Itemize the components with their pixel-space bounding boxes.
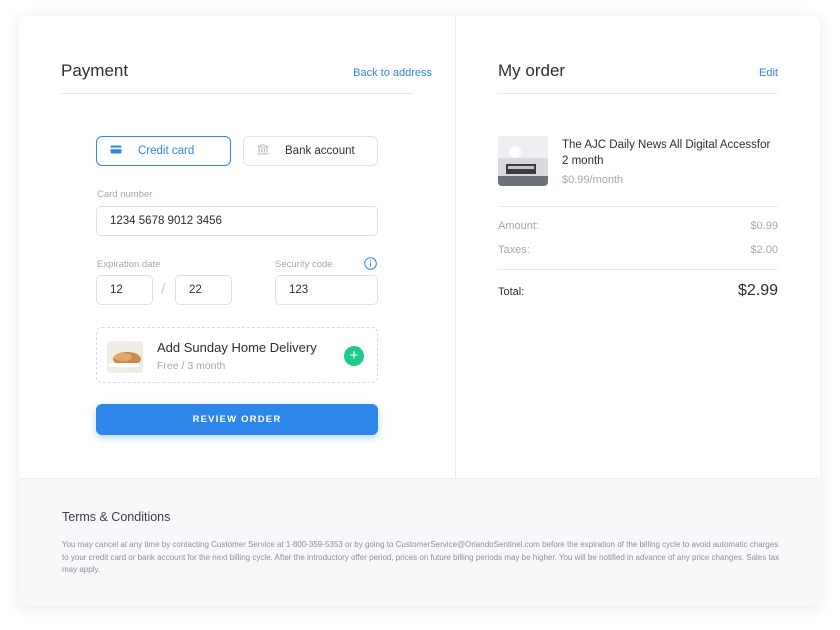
date-separator: / — [161, 281, 166, 298]
edit-link[interactable]: Edit — [759, 67, 778, 79]
product-divider — [498, 206, 778, 207]
terms-text: You may cancel at any time by contacting… — [62, 540, 780, 574]
order-header-divider — [498, 93, 778, 94]
card-number-label: Card number — [97, 189, 153, 200]
sunday-delivery-addon[interactable]: Add Sunday Home Delivery Free / 3 month … — [96, 327, 378, 383]
payment-header-divider — [61, 93, 413, 94]
tab-credit-card-label: Credit card — [138, 145, 195, 157]
security-code-field[interactable]: 123 — [275, 275, 378, 305]
review-order-button[interactable]: REVIEW ORDER — [96, 404, 378, 435]
amount-value: $0.99 — [750, 220, 778, 232]
info-icon[interactable] — [364, 257, 377, 275]
product-price: $0.99/month — [562, 174, 624, 186]
addon-subtitle: Free / 3 month — [157, 360, 226, 372]
taxes-value: $2.00 — [750, 244, 778, 256]
payment-panel: Payment Back to address Credit card Bank… — [19, 16, 455, 478]
total-label: Total: — [498, 286, 525, 298]
expiration-year-field[interactable]: 22 — [175, 275, 232, 305]
terms-title: Terms & Conditions — [62, 510, 171, 524]
add-plus-icon[interactable]: + — [344, 346, 364, 366]
amount-label: Amount: — [498, 220, 539, 232]
order-title: My order — [498, 61, 566, 80]
expiration-month-field[interactable]: 12 — [96, 275, 153, 305]
order-panel: My order Edit The AJC Daily News All Dig… — [456, 16, 820, 478]
summary-divider — [498, 269, 778, 270]
product-title: The AJC Daily News All Digital Accessfor… — [562, 139, 771, 167]
security-code-label: Security code — [275, 259, 333, 270]
credit-card-icon — [110, 145, 122, 157]
expiration-date-label: Expiration date — [97, 259, 161, 270]
payment-title: Payment — [61, 61, 129, 80]
taxes-label: Taxes: — [498, 244, 530, 256]
tab-bank-account-label: Bank account — [285, 145, 355, 157]
tab-credit-card[interactable]: Credit card — [96, 136, 231, 166]
product-image — [498, 136, 548, 186]
terms-section: Terms & Conditions You may cancel at any… — [19, 478, 820, 606]
back-to-address-link[interactable]: Back to address — [353, 67, 432, 79]
bank-icon — [257, 144, 269, 158]
checkout-card: Payment Back to address Credit card Bank… — [19, 16, 820, 606]
addon-image — [107, 341, 143, 373]
tab-bank-account[interactable]: Bank account — [243, 136, 378, 166]
total-value: $2.99 — [737, 282, 778, 299]
addon-title: Add Sunday Home Delivery — [157, 340, 317, 355]
card-number-field[interactable]: 1234 5678 9012 3456 — [96, 206, 378, 236]
